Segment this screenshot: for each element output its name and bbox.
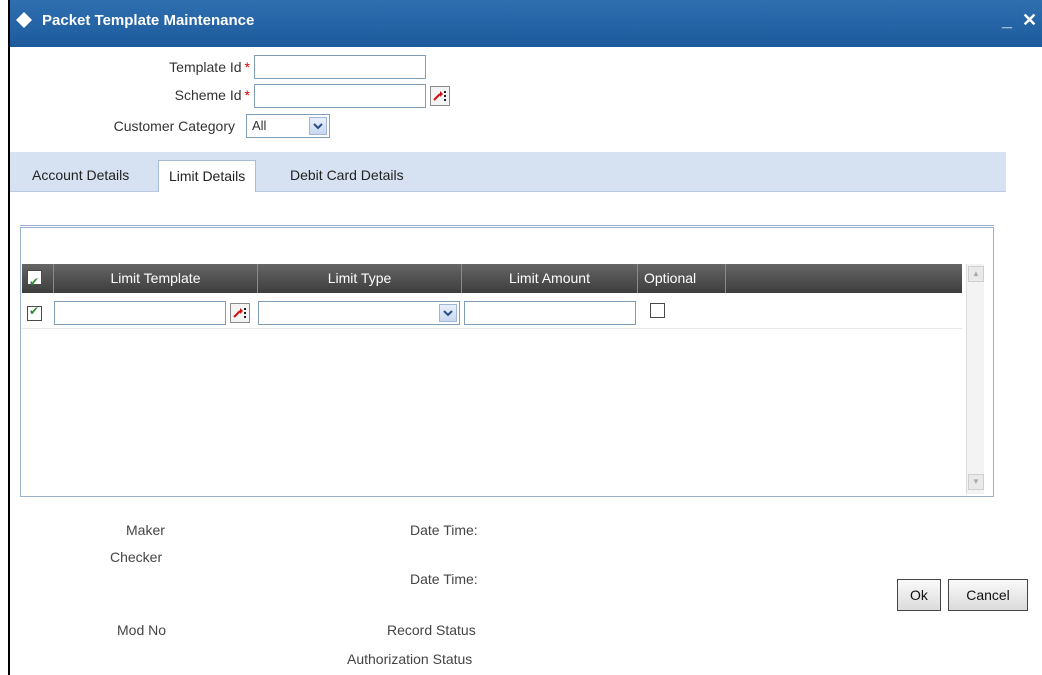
col-optional: Optional [638,264,726,293]
col-limit-type: Limit Type [258,264,462,293]
table-row [22,297,962,329]
scheme-id-lov-button[interactable] [430,86,450,106]
authorization-status-label: Authorization Status [347,651,473,667]
cancel-button[interactable]: Cancel [948,579,1028,611]
minimize-button[interactable]: _ [1002,10,1012,31]
packet-template-window: Packet Template Maintenance _ ✕ Template… [8,0,1042,675]
tab-account-details[interactable]: Account Details [22,160,139,192]
chevron-down-icon [439,304,457,322]
record-status-label: Record Status [387,622,476,638]
limit-amount-input[interactable] [464,301,636,325]
template-id-input[interactable] [254,55,426,79]
limit-type-select[interactable] [258,301,460,325]
maker-date-time-label: Date Time: [410,522,478,538]
select-all-cell [22,264,54,297]
col-limit-amount: Limit Amount [462,264,638,293]
lov-icon [433,91,446,101]
limit-template-lov-button[interactable] [230,303,250,323]
template-id-label: Template Id * [169,59,250,75]
customer-category-value: All [252,118,267,133]
title-bar: Packet Template Maintenance _ ✕ [10,0,1042,47]
close-button[interactable]: ✕ [1022,10,1037,31]
scroll-up-icon[interactable]: ▲ [968,266,984,282]
select-all-checkbox[interactable] [27,268,42,297]
grid-scrollbar[interactable]: ▲ ▼ [966,264,984,494]
grid-header: Limit Template Limit Type Limit Amount O… [22,264,962,297]
limit-template-input[interactable] [54,301,226,325]
panel-divider [20,225,994,226]
checker-date-time-label: Date Time: [410,571,478,587]
tab-debit-card-details[interactable]: Debit Card Details [280,160,414,192]
col-limit-template: Limit Template [54,264,258,293]
maker-label: Maker [126,522,165,538]
checker-label: Checker [110,549,163,565]
scroll-down-icon[interactable]: ▼ [968,474,984,490]
scheme-id-label: Scheme Id * [174,87,250,103]
required-marker: * [244,59,250,75]
lov-icon [233,308,246,318]
ok-button[interactable]: Ok [897,579,941,611]
chevron-down-icon [309,117,327,135]
window-title: Packet Template Maintenance [42,12,255,29]
tab-limit-details[interactable]: Limit Details [158,160,257,192]
customer-category-select[interactable]: All [246,114,330,138]
optional-checkbox[interactable] [650,303,665,318]
customer-category-label: Customer Category [113,118,235,134]
diamond-icon [16,12,32,28]
tab-strip: Account Details Limit Details Debit Card… [10,152,1006,192]
mod-no-label: Mod No [117,622,167,638]
row-select-checkbox[interactable] [27,304,42,321]
required-marker: * [244,87,250,103]
scheme-id-input[interactable] [254,84,426,108]
